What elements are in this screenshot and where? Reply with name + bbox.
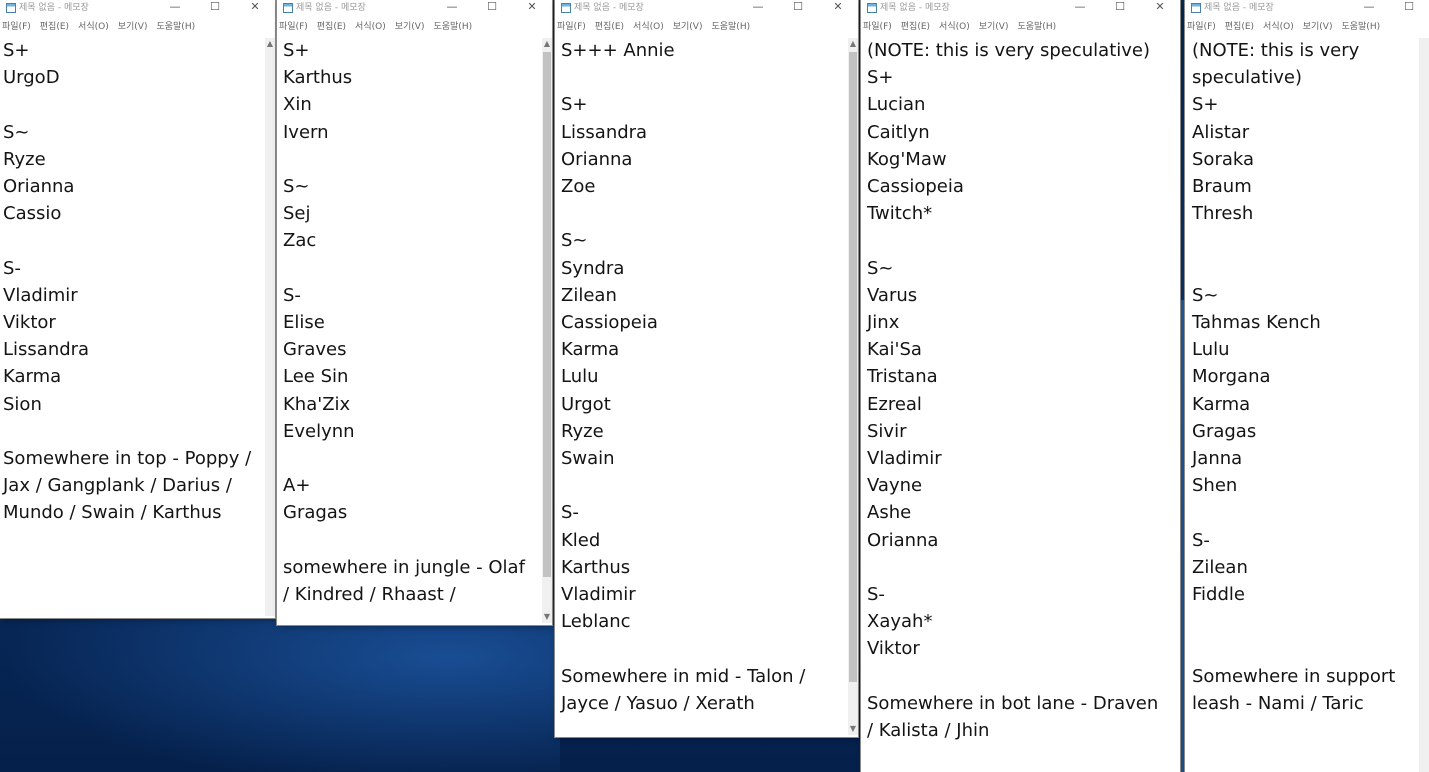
text-editor[interactable]: (NOTE: this is very speculative) S+ Luci… [867, 37, 1167, 744]
menu-edit[interactable]: 편집(E) [1225, 18, 1254, 36]
window-title: 제목 없음 - 메모장 [19, 3, 89, 13]
close-button[interactable]: ✕ [512, 0, 552, 16]
menubar: 파일(F) 편집(E) 서식(O) 보기(V) 도움말(H) [0, 18, 275, 36]
scroll-thumb[interactable] [849, 52, 857, 682]
menu-file[interactable]: 파일(F) [279, 18, 308, 36]
menu-view[interactable]: 보기(V) [1303, 18, 1333, 36]
menu-edit[interactable]: 편집(E) [317, 18, 346, 36]
titlebar[interactable]: 제목 없음 - 메모장 — ☐ ✕ [0, 0, 275, 16]
menu-help[interactable]: 도움말(H) [156, 18, 195, 36]
scroll-up-arrow-icon[interactable]: ▲ [848, 38, 858, 50]
scroll-up-arrow-icon[interactable]: ▲ [265, 38, 275, 50]
desktop-background: 제목 없음 - 메모장 — ☐ ✕ 파일(F) 편집(E) 서식(O) 보기(V) 도움… [0, 0, 1429, 772]
menubar: 파일(F) 편집(E) 서식(O) 보기(V) 도움말(H) [1185, 18, 1429, 36]
menu-file[interactable]: 파일(F) [557, 18, 586, 36]
menu-format[interactable]: 서식(O) [1263, 18, 1294, 36]
menu-edit[interactable]: 편집(E) [901, 18, 930, 36]
text-editor[interactable]: (NOTE: this is very speculative) S+ Alis… [1192, 37, 1414, 717]
scroll-down-arrow-icon[interactable]: ▼ [542, 611, 552, 623]
minimize-button[interactable]: — [1060, 0, 1100, 16]
text-editor[interactable]: S+ Karthus Xin Ivern S~ Sej Zac S- Elise… [283, 37, 533, 608]
window-title: 제목 없음 - 메모장 [1204, 3, 1274, 13]
notepad-window-top[interactable]: 제목 없음 - 메모장 — ☐ ✕ 파일(F) 편집(E) 서식(O) 보기(V) 도움… [0, 0, 275, 618]
maximize-button[interactable]: ☐ [195, 0, 235, 16]
notepad-window-jungle[interactable]: 제목 없음 - 메모장 — ☐ ✕ 파일(F) 편집(E) 서식(O) 보기(V) 도움… [277, 0, 552, 625]
menu-help[interactable]: 도움말(H) [1017, 18, 1056, 36]
vertical-scrollbar[interactable]: ▲ ▼ [542, 38, 552, 623]
menubar: 파일(F) 편집(E) 서식(O) 보기(V) 도움말(H) [555, 18, 858, 36]
titlebar[interactable]: 제목 없음 - 메모장 — ☐ ✕ [277, 0, 552, 16]
menu-format[interactable]: 서식(O) [633, 18, 664, 36]
menu-view[interactable]: 보기(V) [395, 18, 425, 36]
notepad-icon [867, 3, 877, 13]
titlebar[interactable]: 제목 없음 - 메모장 — ☐ ✕ [555, 0, 858, 16]
vertical-scrollbar[interactable]: ▲ [265, 38, 275, 616]
notepad-icon [6, 3, 16, 13]
window-title: 제목 없음 - 메모장 [574, 3, 644, 13]
titlebar[interactable]: 제목 없음 - 메모장 — ☐ ✕ [861, 0, 1180, 16]
close-button[interactable]: ✕ [818, 0, 858, 16]
vertical-scrollbar[interactable] [1419, 38, 1429, 772]
menu-file[interactable]: 파일(F) [863, 18, 892, 36]
maximize-button[interactable]: ☐ [472, 0, 512, 16]
minimize-button[interactable]: — [432, 0, 472, 16]
notepad-window-mid[interactable]: 제목 없음 - 메모장 — ☐ ✕ 파일(F) 편집(E) 서식(O) 보기(V) 도움… [555, 0, 858, 737]
menubar: 파일(F) 편집(E) 서식(O) 보기(V) 도움말(H) [277, 18, 552, 36]
menu-file[interactable]: 파일(F) [2, 18, 31, 36]
minimize-button[interactable]: — [1349, 0, 1389, 16]
menu-format[interactable]: 서식(O) [355, 18, 386, 36]
menu-format[interactable]: 서식(O) [78, 18, 109, 36]
menu-help[interactable]: 도움말(H) [711, 18, 750, 36]
menu-view[interactable]: 보기(V) [979, 18, 1009, 36]
menu-help[interactable]: 도움말(H) [433, 18, 472, 36]
minimize-button[interactable]: — [738, 0, 778, 16]
minimize-button[interactable]: — [155, 0, 195, 16]
maximize-button[interactable]: ☐ [1100, 0, 1140, 16]
notepad-window-support[interactable]: 제목 없음 - 메모장 — ☐ 파일(F) 편집(E) 서식(O) 보기(V) 도움말(… [1185, 0, 1429, 772]
menu-edit[interactable]: 편집(E) [40, 18, 69, 36]
close-button[interactable]: ✕ [235, 0, 275, 16]
scroll-up-arrow-icon[interactable]: ▲ [542, 38, 552, 50]
maximize-button[interactable]: ☐ [1389, 0, 1429, 16]
scroll-thumb[interactable] [543, 52, 551, 577]
vertical-scrollbar[interactable]: ▲ ▼ [848, 38, 858, 735]
notepad-icon [1191, 3, 1201, 13]
window-title: 제목 없음 - 메모장 [296, 3, 366, 13]
notepad-icon [561, 3, 571, 13]
maximize-button[interactable]: ☐ [778, 0, 818, 16]
menubar: 파일(F) 편집(E) 서식(O) 보기(V) 도움말(H) [861, 18, 1180, 36]
menu-view[interactable]: 보기(V) [118, 18, 148, 36]
text-editor[interactable]: S+ UrgoD S~ Ryze Orianna Cassio S- Vladi… [3, 37, 258, 527]
menu-file[interactable]: 파일(F) [1187, 18, 1216, 36]
text-editor[interactable]: S+++ Annie S+ Lissandra Orianna Zoe S~ S… [561, 37, 843, 717]
notepad-icon [283, 3, 293, 13]
titlebar[interactable]: 제목 없음 - 메모장 — ☐ [1185, 0, 1429, 16]
close-button[interactable]: ✕ [1140, 0, 1180, 16]
wallpaper-light [0, 600, 560, 772]
menu-view[interactable]: 보기(V) [673, 18, 703, 36]
menu-help[interactable]: 도움말(H) [1341, 18, 1380, 36]
menu-edit[interactable]: 편집(E) [595, 18, 624, 36]
notepad-window-bot[interactable]: 제목 없음 - 메모장 — ☐ ✕ 파일(F) 편집(E) 서식(O) 보기(V) 도움… [861, 0, 1180, 772]
scroll-down-arrow-icon[interactable]: ▼ [848, 723, 858, 735]
window-title: 제목 없음 - 메모장 [880, 3, 950, 13]
menu-format[interactable]: 서식(O) [939, 18, 970, 36]
